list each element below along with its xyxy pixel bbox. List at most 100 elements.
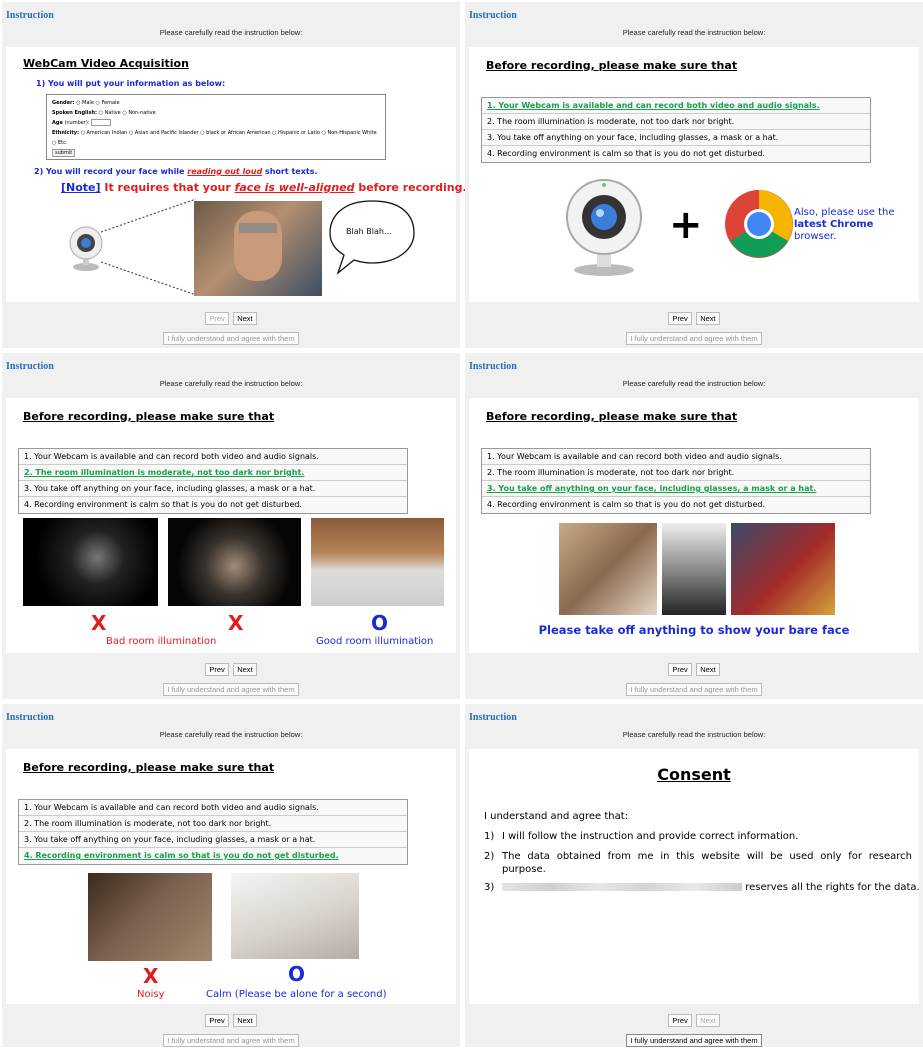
step-1: 1) You will put your information as belo… xyxy=(36,79,226,88)
panel-webcam-acquisition: Instruction Please carefully read the in… xyxy=(2,2,467,348)
consent-item-2: 2) The data obtained from me in this webs… xyxy=(484,851,912,875)
good-mark: O xyxy=(371,611,389,635)
prev-button[interactable]: Prev xyxy=(205,312,229,325)
noisy-caption: Noisy xyxy=(137,989,165,1000)
panel-title: Instruction xyxy=(6,361,54,372)
checklist-item-2: 2. The room illumination is moderate, no… xyxy=(482,465,870,481)
agree-button[interactable]: I fully understand and agree with them xyxy=(163,683,299,696)
agree-button[interactable]: I fully understand and agree with them xyxy=(626,1034,762,1047)
bad-mark-2: X xyxy=(228,611,244,635)
checklist-item-4: 4. Recording environment is calm so that… xyxy=(487,149,766,158)
face-photo xyxy=(194,201,322,296)
section-heading: WebCam Video Acquisition xyxy=(23,57,189,70)
checklist: 1. Your Webcam is available and can reco… xyxy=(481,448,871,514)
section-heading: Before recording, please make sure that xyxy=(23,410,275,423)
age-hint: (number): xyxy=(64,120,90,126)
content-area: Before recording, please make sure that … xyxy=(469,398,919,653)
next-button[interactable]: Next xyxy=(696,312,720,325)
agree-button[interactable]: I fully understand and agree with them xyxy=(163,332,299,345)
radio-native[interactable]: ○ Native xyxy=(99,110,121,116)
hat-photo xyxy=(662,523,726,615)
radio-ethnicity-options[interactable]: ○ American Indian ○ Asian and Pacific Is… xyxy=(52,130,377,146)
dotted-lines xyxy=(101,198,196,296)
prev-button[interactable]: Prev xyxy=(668,312,692,325)
nav-buttons: Prev Next xyxy=(2,659,460,677)
checklist-item-3: 3. You take off anything on your face, i… xyxy=(19,481,407,497)
glasses-photo xyxy=(559,523,657,615)
section-heading: Before recording, please make sure that xyxy=(486,59,738,72)
prev-button[interactable]: Prev xyxy=(668,663,692,676)
age-label: Age xyxy=(52,120,63,126)
panel-consent: Instruction Please carefully read the in… xyxy=(465,704,923,1047)
checklist-item-3: 3. You take off anything on your face, i… xyxy=(482,481,870,497)
calm-photo xyxy=(231,873,359,959)
panel-title: Instruction xyxy=(469,10,517,21)
bare-face-caption: Please take off anything to show your ba… xyxy=(538,623,850,637)
next-button[interactable]: Next xyxy=(233,1014,257,1027)
note: [Note] It requires that your face is wel… xyxy=(61,181,467,194)
panel-subtitle: Please carefully read the instruction be… xyxy=(622,379,766,388)
speech-bubble xyxy=(329,200,415,275)
radio-male[interactable]: ○ Male xyxy=(76,100,94,106)
next-button[interactable]: Next xyxy=(233,663,257,676)
calm-mark: O xyxy=(288,962,306,986)
content-area: Before recording, please make sure that … xyxy=(6,749,456,1004)
panel-title: Instruction xyxy=(6,712,54,723)
checklist-item-1: 1. Your Webcam is available and can reco… xyxy=(482,98,870,114)
english-label: Spoken English: xyxy=(52,110,98,116)
panel-title: Instruction xyxy=(469,712,517,723)
consent-item-3: 3) reserves all the rights for the data. xyxy=(484,882,920,893)
chrome-icon xyxy=(725,190,793,258)
redacted-institution xyxy=(502,883,742,891)
prev-button[interactable]: Prev xyxy=(668,1014,692,1027)
nav-buttons: Prev Next xyxy=(465,659,923,677)
agree-row: I fully understand and agree with them xyxy=(465,679,923,697)
agree-row: I fully understand and agree with them xyxy=(2,1030,460,1048)
plus-icon: + xyxy=(669,202,703,248)
checklist: 1. Your Webcam is available and can reco… xyxy=(18,799,408,865)
next-button[interactable]: Next xyxy=(696,663,720,676)
panel-subtitle: Please carefully read the instruction be… xyxy=(622,28,766,37)
section-heading: Before recording, please make sure that xyxy=(23,761,275,774)
next-button[interactable]: Next xyxy=(233,312,257,325)
radio-nonnative[interactable]: ○ Non-native xyxy=(122,110,155,116)
checklist: 1. Your Webcam is available and can reco… xyxy=(481,97,871,163)
panel-subtitle: Please carefully read the instruction be… xyxy=(622,730,766,739)
nav-buttons: Prev Next xyxy=(2,1010,460,1028)
agree-row: I fully understand and agree with them xyxy=(465,328,923,346)
submit-button[interactable]: submit xyxy=(52,149,76,157)
webcam-icon xyxy=(69,226,103,271)
panel-title: Instruction xyxy=(469,361,517,372)
bubble-text: Blah Blah... xyxy=(346,227,392,236)
mask-photo xyxy=(731,523,835,615)
section-heading: Before recording, please make sure that xyxy=(486,410,738,423)
panel-subtitle: Please carefully read the instruction be… xyxy=(159,730,303,739)
consent-heading: Consent xyxy=(657,765,731,784)
noisy-photo xyxy=(88,873,212,961)
prev-button[interactable]: Prev xyxy=(205,663,229,676)
checklist-item-2: 2. The room illumination is moderate, no… xyxy=(19,816,407,832)
agree-button[interactable]: I fully understand and agree with them xyxy=(626,332,762,345)
panel-webcam-check: Instruction Please carefully read the in… xyxy=(465,2,923,348)
checklist-item-4: 4. Recording environment is calm so that… xyxy=(24,500,303,509)
checklist-item-4: 4. Recording environment is calm so that… xyxy=(24,851,339,860)
age-input[interactable] xyxy=(91,119,112,126)
radio-female[interactable]: ○ Female xyxy=(95,100,119,106)
tutorial-grid: Instruction Please carefully read the in… xyxy=(0,0,923,1049)
checklist-item-1: 1. Your Webcam is available and can reco… xyxy=(19,800,407,816)
agree-row: I fully understand and agree with them xyxy=(465,1030,923,1048)
next-button[interactable]: Next xyxy=(696,1014,720,1027)
checklist-item-3: 3. You take off anything on your face, i… xyxy=(19,832,407,848)
dark-room-photo xyxy=(23,518,158,606)
checklist-item-1: 1. Your Webcam is available and can reco… xyxy=(482,449,870,465)
nav-buttons: Prev Next xyxy=(465,308,923,326)
checklist-item-1: 1. Your Webcam is available and can reco… xyxy=(19,449,407,465)
prev-button[interactable]: Prev xyxy=(205,1014,229,1027)
panel-title: Instruction xyxy=(6,10,54,21)
checklist-item-4: 4. Recording environment is calm so that… xyxy=(487,500,766,509)
info-form: Gender: ○ Male ○ Female Spoken English: … xyxy=(46,94,386,160)
bad-mark-1: X xyxy=(91,611,107,635)
agree-button[interactable]: I fully understand and agree with them xyxy=(163,1034,299,1047)
content-area: Consent I understand and agree that: 1) I… xyxy=(469,749,920,1004)
agree-button[interactable]: I fully understand and agree with them xyxy=(626,683,762,696)
